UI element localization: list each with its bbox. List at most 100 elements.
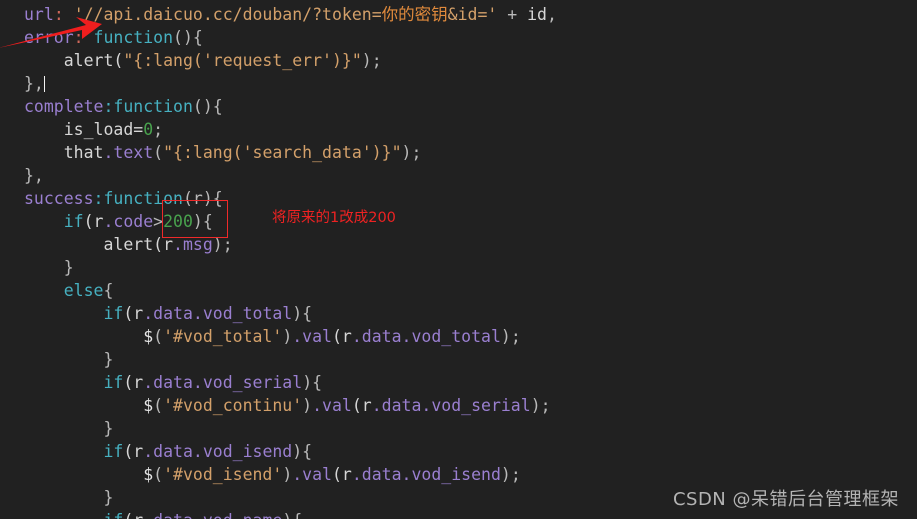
token-call-alert: alert(r xyxy=(103,235,174,254)
code-line-19[interactable]: } xyxy=(0,417,917,440)
code-line-4[interactable]: }, xyxy=(0,72,917,95)
token-operator-gt: > xyxy=(153,212,164,231)
token-punct: } xyxy=(103,488,114,507)
token-call-alert: alert( xyxy=(63,51,124,70)
code-line-6[interactable]: is_load=0; xyxy=(0,118,917,141)
code-line-11[interactable]: alert(r.msg); xyxy=(0,233,917,256)
code-editor-text-area[interactable]: url: '//api.daicuo.cc/douban/?token=你的密钥… xyxy=(0,0,917,519)
token-punct: ( xyxy=(153,143,164,162)
code-line-14[interactable]: if(r.data.vod_total){ xyxy=(0,302,917,325)
token-colon: : xyxy=(103,97,114,116)
token-number: 0 xyxy=(143,120,154,139)
token-punct: (r xyxy=(123,511,143,519)
token-property-vod-serial: .data.vod_serial xyxy=(143,373,303,392)
code-line-9[interactable]: success:function(r){ xyxy=(0,187,917,210)
token-colon: : xyxy=(93,189,104,208)
code-line-20[interactable]: if(r.data.vod_isend){ xyxy=(0,440,917,463)
annotation-note-text: 将原来的1改成200 xyxy=(272,210,396,226)
code-line-15[interactable]: $('#vod_total').val(r.data.vod_total); xyxy=(0,325,917,348)
token-property-vod-total: .data.vod_total xyxy=(143,304,293,323)
token-comma: , xyxy=(547,5,557,24)
token-plus-operator: + xyxy=(507,5,518,24)
token-punct: ){ xyxy=(282,511,302,519)
token-keyword-if: if xyxy=(103,373,124,392)
token-punct: (r xyxy=(123,304,144,323)
csdn-watermark: CSDN @呆错后台管理框架 xyxy=(672,489,899,510)
token-property-vod-total: .data.vod_total xyxy=(351,327,501,346)
code-line-1[interactable]: url: '//api.daicuo.cc/douban/?token=你的密钥… xyxy=(0,3,917,26)
code-line-5[interactable]: complete:function(){ xyxy=(0,95,917,118)
token-property: url xyxy=(24,5,54,24)
code-line-17[interactable]: if(r.data.vod_serial){ xyxy=(0,371,917,394)
text-cursor xyxy=(43,76,45,92)
token-punct: (r){ xyxy=(182,189,223,208)
token-punct: } xyxy=(103,350,114,369)
token-string-url-head: '//api.daicuo.cc/douban/?token= xyxy=(73,5,382,24)
token-punct: ){ xyxy=(192,212,213,231)
code-line-18[interactable]: $('#vod_continu').val(r.data.vod_serial)… xyxy=(0,394,917,417)
token-property-vod-serial: .data.vod_serial xyxy=(371,396,531,415)
token-punct: (r xyxy=(83,212,104,231)
token-number-200: 200 xyxy=(163,212,193,231)
token-punct: ) xyxy=(282,327,293,346)
code-line-16[interactable]: } xyxy=(0,348,917,371)
token-keyword-if: if xyxy=(103,511,123,519)
token-punct: ){ xyxy=(292,442,313,461)
code-editor-screenshot: url: '//api.daicuo.cc/douban/?token=你的密钥… xyxy=(0,0,917,519)
code-line-2[interactable]: error: function(){ xyxy=(0,26,917,49)
token-punct: (r xyxy=(332,465,352,484)
token-jquery-dollar: $ xyxy=(143,327,154,346)
token-punct: (r xyxy=(123,373,144,392)
token-keyword-if: if xyxy=(103,304,124,323)
token-identifier-is-load: is_load= xyxy=(63,120,144,139)
token-punct: ); xyxy=(500,465,521,484)
token-string-selector: '#vod_total' xyxy=(163,327,283,346)
token-punct: (r xyxy=(332,327,352,346)
code-line-7[interactable]: that.text("{:lang('search_data')}"); xyxy=(0,141,917,164)
code-line-13[interactable]: else{ xyxy=(0,279,917,302)
code-line-3[interactable]: alert("{:lang('request_err')}"); xyxy=(0,49,917,72)
token-punct: (r xyxy=(351,396,372,415)
token-punct: ){ xyxy=(302,373,323,392)
token-keyword-function: function xyxy=(93,28,174,47)
token-punct: ); xyxy=(212,235,233,254)
token-property-msg: .msg xyxy=(173,235,213,254)
token-punct: { xyxy=(103,281,114,300)
token-keyword-function: function xyxy=(103,189,183,208)
token-property-vod-isend: .data.vod_isend xyxy=(351,465,501,484)
code-line-10[interactable]: if(r.code>200){ xyxy=(0,210,917,233)
token-method-text: .text xyxy=(103,143,154,162)
token-keyword-if: if xyxy=(63,212,84,231)
token-property: error xyxy=(24,28,74,47)
token-string-chinese: 你的密钥 xyxy=(381,5,448,24)
token-punct: ( xyxy=(153,396,164,415)
token-colon: : xyxy=(73,28,84,47)
code-line-21[interactable]: $('#vod_isend').val(r.data.vod_isend); xyxy=(0,463,917,486)
token-string-lang: "{:lang('request_err')}" xyxy=(123,51,362,70)
token-keyword-if: if xyxy=(103,442,124,461)
token-punct: } xyxy=(63,258,74,277)
token-punct: ); xyxy=(361,51,382,70)
token-jquery-dollar: $ xyxy=(143,396,154,415)
token-string-selector: '#vod_continu' xyxy=(163,396,303,415)
token-punct: ) xyxy=(282,465,293,484)
token-keyword-function: function xyxy=(113,97,193,116)
token-punct: (r xyxy=(123,442,144,461)
token-string-url-tail: &id=' xyxy=(447,5,498,24)
token-identifier-id: id xyxy=(527,5,547,24)
token-punct: ) xyxy=(302,396,313,415)
token-keyword-else: else xyxy=(63,281,104,300)
token-punct: ( xyxy=(153,465,164,484)
token-jquery-dollar: $ xyxy=(143,465,154,484)
token-method-val: .val xyxy=(292,327,332,346)
token-punct: ){ xyxy=(292,304,313,323)
token-property-vod-isend: .data.vod_isend xyxy=(143,442,293,461)
code-line-12[interactable]: } xyxy=(0,256,917,279)
token-property-code: .code xyxy=(103,212,154,231)
token-punct: ); xyxy=(401,143,422,162)
token-punct: }, xyxy=(24,74,44,93)
code-line-8[interactable]: }, xyxy=(0,164,917,187)
token-method-val: .val xyxy=(292,465,332,484)
token-object-that: that xyxy=(63,143,104,162)
token-punct: ); xyxy=(500,327,521,346)
